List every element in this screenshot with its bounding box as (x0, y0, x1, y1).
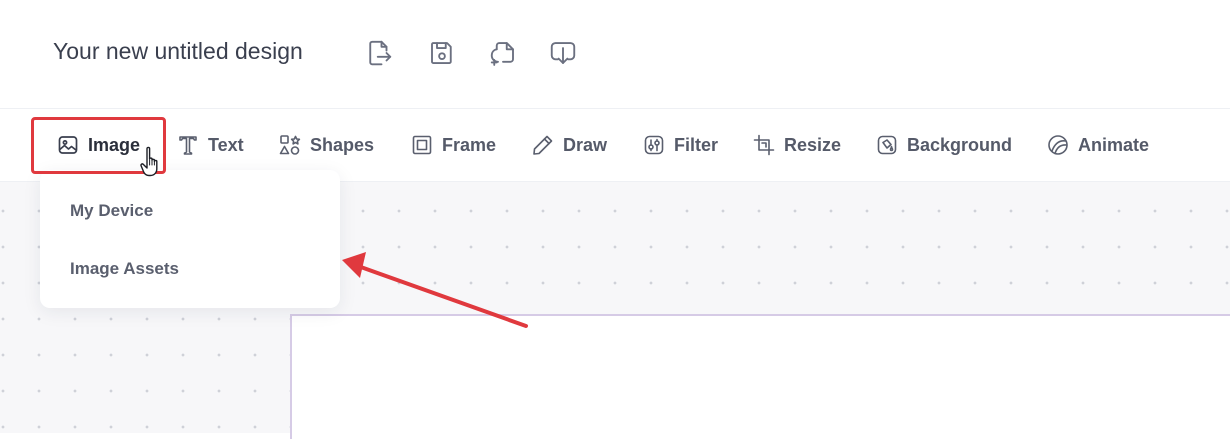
paint-bucket-icon (877, 135, 897, 155)
menu-item-my-device[interactable]: My Device (70, 201, 153, 221)
toolbar-label: Image (88, 134, 141, 155)
filter-icon (644, 135, 664, 155)
toolbar-label: Filter (674, 134, 719, 155)
image-dropdown-menu: My Device Image Assets (40, 170, 340, 308)
annotation-arrow (342, 252, 528, 328)
crop-icon (753, 134, 775, 156)
menu-item-image-assets[interactable]: Image Assets (70, 259, 179, 279)
animate-icon (1048, 135, 1068, 155)
toolbar-item-draw[interactable]: Draw (531, 109, 607, 181)
toolbar-label: Frame (442, 134, 497, 155)
toolbar-item-frame[interactable]: Frame (410, 109, 496, 181)
toolbar-item-background[interactable]: Background (875, 109, 1012, 181)
export-icon[interactable] (362, 36, 396, 70)
save-icon[interactable] (425, 36, 459, 70)
editor-header: Your new untitled design (0, 0, 1230, 109)
image-icon (58, 136, 78, 154)
toolbar-label: Resize (784, 134, 842, 155)
toolbar-label: Draw (563, 134, 608, 155)
duplicate-icon[interactable] (486, 36, 520, 70)
toolbar-item-animate[interactable]: Animate (1046, 109, 1149, 181)
toolbar-item-resize[interactable]: Resize (752, 109, 841, 181)
design-title[interactable]: Your new untitled design (53, 38, 303, 65)
hand-pointer-icon (140, 146, 158, 177)
toolbar-label: Animate (1078, 134, 1150, 155)
text-icon (179, 136, 197, 155)
pencil-icon (533, 135, 553, 155)
toolbar-label: Text (208, 134, 244, 155)
download-icon[interactable] (546, 36, 580, 70)
toolbar-item-filter[interactable]: Filter (642, 109, 718, 181)
toolbar-label: Background (907, 134, 1013, 155)
toolbar-label: Shapes (310, 134, 375, 155)
frame-icon (412, 135, 432, 155)
shapes-icon (279, 135, 301, 155)
